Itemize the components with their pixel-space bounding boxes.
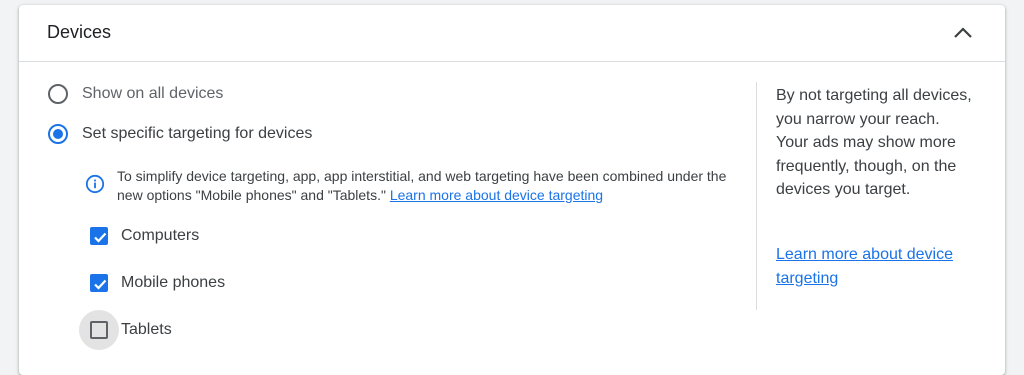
info-icon [85,174,105,194]
checkbox-label: Tablets [121,321,172,338]
radio-label: Set specific targeting for devices [82,125,313,142]
checkmark-icon [94,232,107,243]
checkbox-container [79,263,119,303]
info-learn-more-link[interactable]: Learn more about device targeting [390,187,603,203]
devices-card: Devices Show on all devices Set specific… [19,5,1005,375]
checkmark-icon [94,279,107,290]
card-header[interactable]: Devices [19,5,1005,62]
radio-label: Show on all devices [82,85,224,102]
checkbox-tablets[interactable]: Tablets [79,310,172,350]
radio-button-selected[interactable] [48,124,68,144]
checkbox-mobile-phones[interactable]: Mobile phones [79,263,225,303]
radio-button[interactable] [48,84,68,104]
checkbox-computers[interactable]: Computers [79,216,199,256]
checkbox-label: Computers [121,227,200,244]
vertical-divider [756,82,757,310]
checkbox-label: Mobile phones [121,274,226,291]
radio-specific-targeting[interactable]: Set specific targeting for devices [48,121,312,147]
info-message: To simplify device targeting, app, app i… [117,167,747,205]
side-panel-text: By not targeting all devices, you narrow… [776,87,972,198]
checkbox-hover-halo [79,310,119,350]
checkbox[interactable] [90,227,108,245]
side-panel-learn-more-link[interactable]: Learn more about device targeting [776,246,953,287]
side-panel-link-wrapper: Learn more about device targeting [776,243,976,290]
checkbox-container [79,216,119,256]
radio-show-all-devices[interactable]: Show on all devices [48,81,223,107]
checkbox[interactable] [90,274,108,292]
collapse-button[interactable] [949,19,977,47]
chevron-up-icon [954,27,972,38]
checkbox[interactable] [90,321,108,339]
section-title: Devices [47,22,112,42]
